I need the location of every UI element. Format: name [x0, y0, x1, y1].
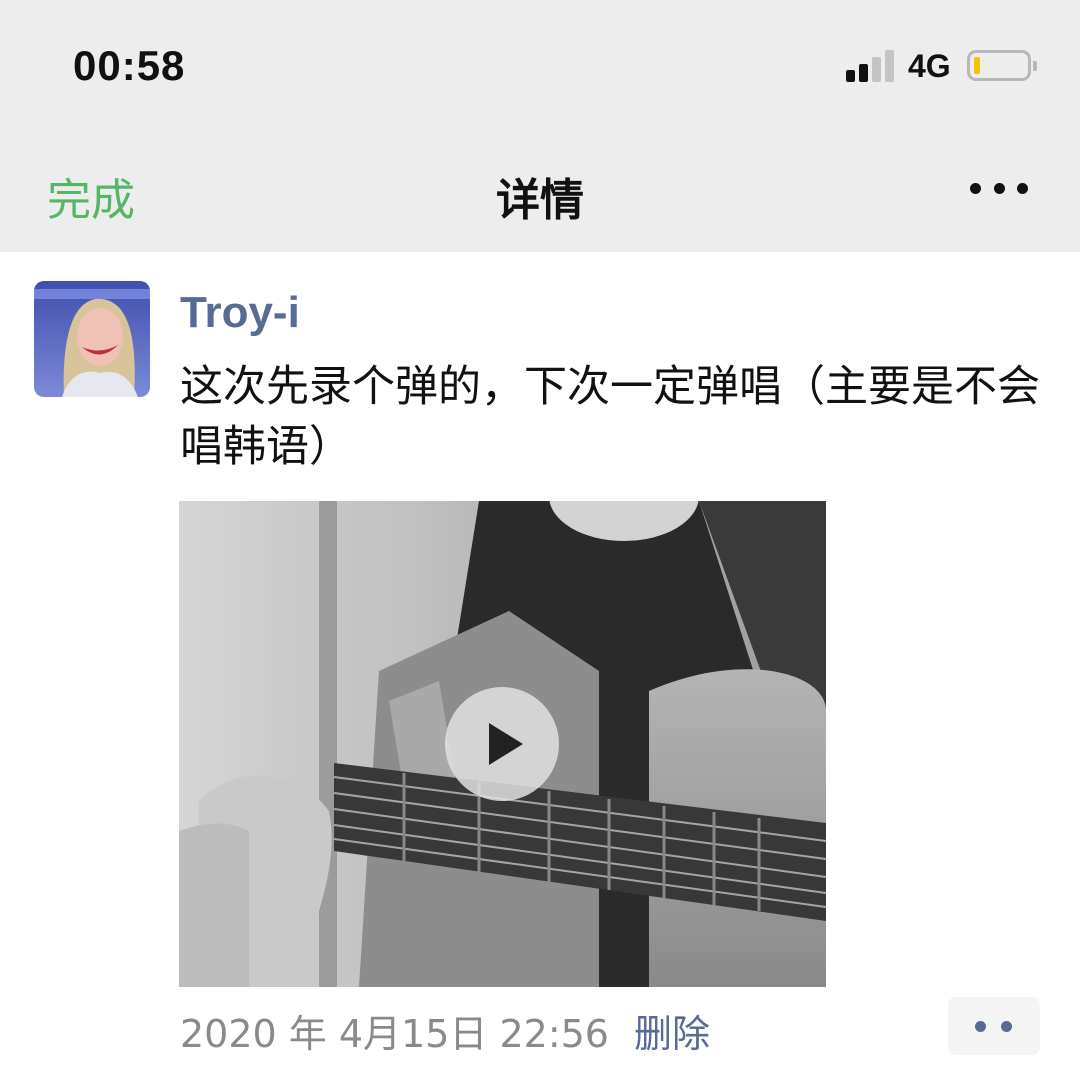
post-text: 这次先录个弹的，下次一定弹唱（主要是不会唱韩语） — [180, 362, 1040, 472]
avatar[interactable] — [34, 281, 150, 397]
video-thumbnail[interactable] — [179, 501, 826, 987]
post-author-name[interactable]: Troy-i — [180, 288, 300, 338]
status-time: 00:58 — [73, 42, 186, 89]
top-bar: 00:58 4G 完成 详情 — [0, 0, 1080, 252]
play-icon[interactable] — [445, 687, 559, 801]
battery-icon — [967, 50, 1037, 81]
network-type: 4G — [908, 48, 951, 84]
comment-dots-icon[interactable] — [948, 997, 1040, 1055]
post-timestamp: 2020 年 4月15日 22:56 — [180, 1012, 609, 1056]
page-title: 详情 — [496, 175, 584, 226]
more-icon[interactable] — [970, 179, 1028, 197]
delete-link[interactable]: 删除 — [634, 1003, 710, 1058]
moments-detail-screen: 00:58 4G 完成 详情 Troy-i 这次先录个弹的，下次一定弹唱（主要是… — [0, 0, 1080, 1085]
cellular-signal-icon — [846, 50, 896, 82]
battery-level — [974, 57, 980, 74]
battery-cap — [1033, 61, 1037, 71]
